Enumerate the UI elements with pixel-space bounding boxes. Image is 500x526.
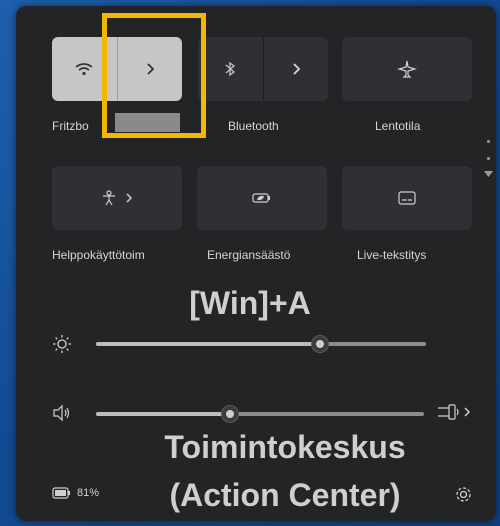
live-captions-tile[interactable] [342, 166, 472, 230]
wifi-network-label: Fritzbo [52, 119, 89, 133]
audio-output-button[interactable] [437, 402, 471, 422]
live-captions-label: Live-tekstitys [357, 248, 427, 262]
chevron-right-icon [126, 193, 133, 203]
scroll-dot [487, 140, 490, 143]
airplane-mode-tile[interactable] [342, 37, 472, 101]
redacted-network-name [115, 113, 180, 132]
accessibility-label: Helppokäyttötoim [52, 248, 145, 262]
bluetooth-icon [225, 61, 236, 77]
chevron-right-icon [464, 407, 471, 417]
volume-icon[interactable] [52, 404, 72, 422]
bluetooth-tile[interactable] [198, 37, 328, 101]
scroll-down-icon[interactable] [484, 170, 493, 178]
battery-percentage: 81% [77, 487, 100, 499]
volume-thumb[interactable] [221, 405, 240, 423]
accessibility-icon [103, 190, 115, 206]
volume-slider[interactable] [96, 404, 424, 424]
brightness-slider[interactable] [96, 334, 426, 354]
energy-saver-label: Energiansäästö [207, 248, 291, 262]
energy-saver-icon [252, 193, 270, 203]
action-center-overlay-title: Toimintokeskus (Action Center) [115, 423, 455, 519]
brightness-thumb[interactable] [311, 335, 330, 353]
bluetooth-toggle-button[interactable] [198, 37, 263, 101]
airplane-mode-label: Lentotila [375, 119, 421, 133]
energy-saver-tile[interactable] [197, 166, 327, 230]
settings-icon[interactable] [455, 486, 472, 503]
overlay-title-line1: Toimintokeskus [164, 429, 406, 465]
wifi-icon [75, 63, 93, 76]
brightness-icon [53, 335, 71, 353]
chevron-right-icon [293, 63, 301, 75]
brightness-fill [96, 342, 321, 346]
airplane-icon [397, 60, 417, 78]
volume-fill [96, 412, 231, 416]
accessibility-tile[interactable] [52, 166, 182, 230]
shortcut-overlay: [Win]+A [189, 285, 311, 321]
bluetooth-expand-button[interactable] [264, 37, 329, 101]
audio-output-icon [438, 404, 459, 420]
overlay-title-line2: (Action Center) [169, 477, 401, 513]
live-captions-icon [398, 191, 416, 205]
scroll-dot [487, 157, 490, 160]
battery-indicator[interactable]: 81% [52, 487, 99, 499]
bluetooth-label: Bluetooth [228, 119, 279, 133]
battery-icon [52, 487, 70, 499]
